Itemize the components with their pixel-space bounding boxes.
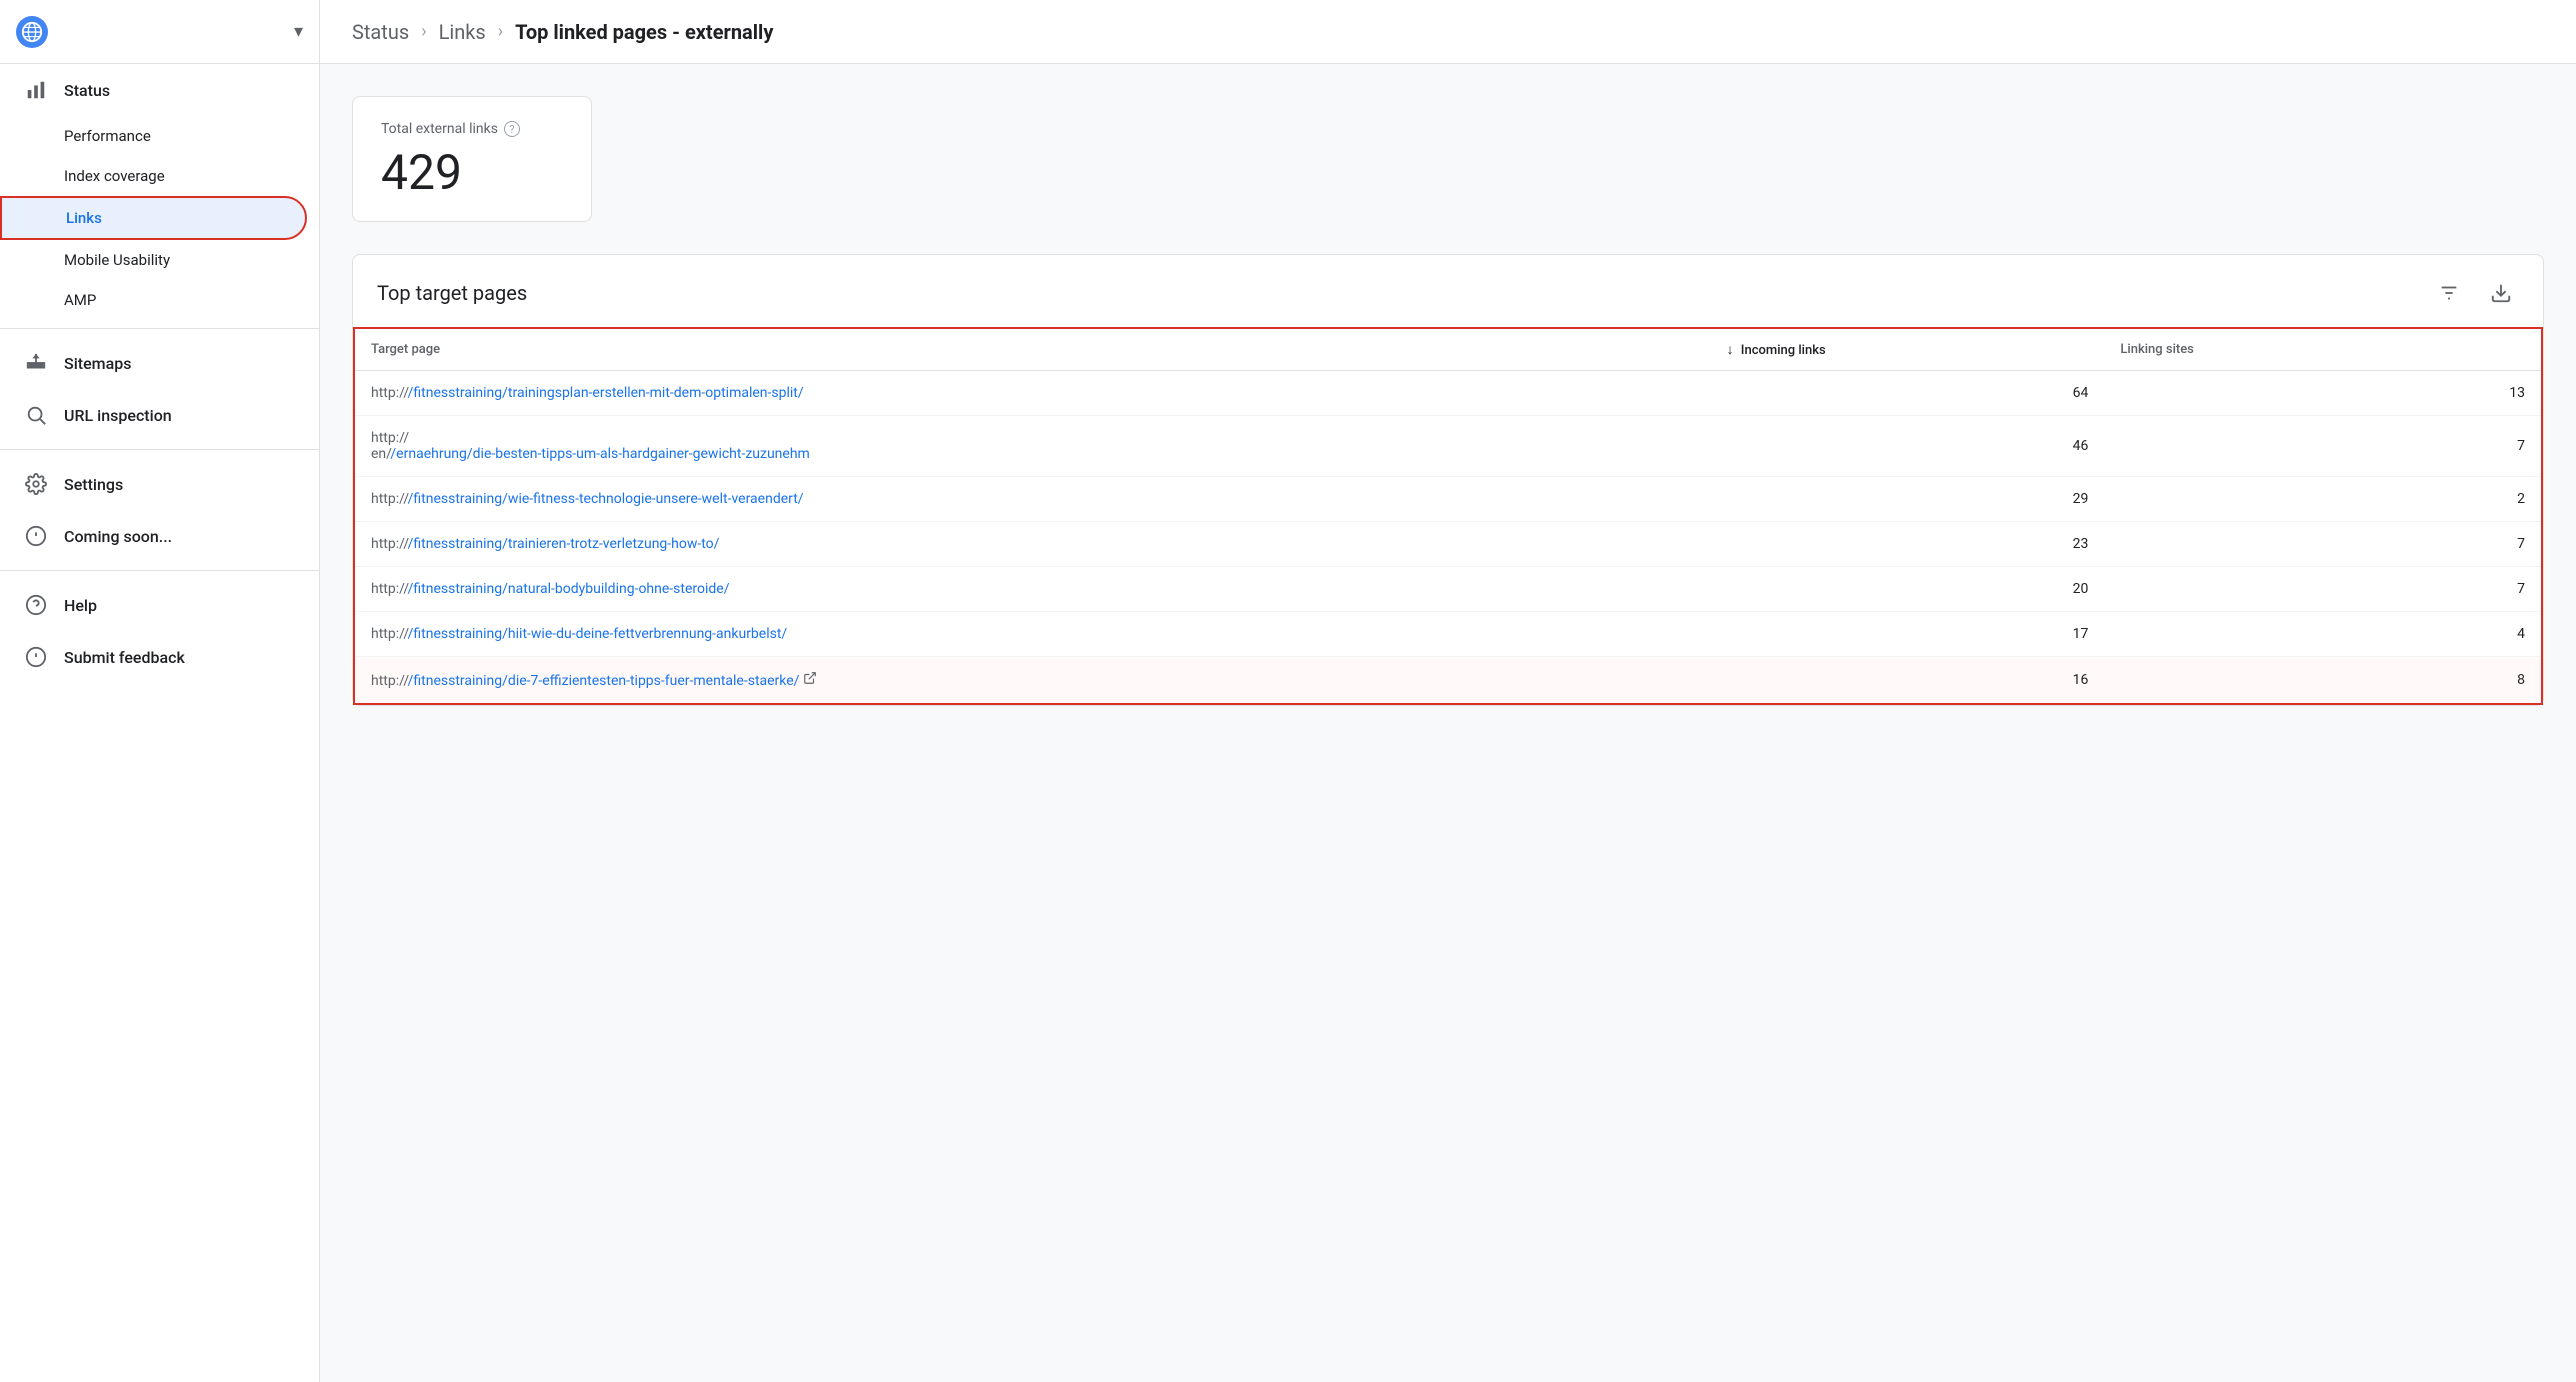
sidebar-item-links-label: Links [66,209,102,227]
coming-soon-icon [24,524,48,548]
sidebar-collapse-icon[interactable]: ▾ [294,21,303,42]
breadcrumb: Status › Links › Top linked pages - exte… [352,20,773,44]
table-cell-target: http:///fitnesstraining/trainieren-trotz… [354,522,1711,567]
table-cell-target: http:///fitnesstraining/hiit-wie-du-dein… [354,612,1711,657]
table-cell-incoming: 23 [1711,522,2105,567]
stats-card: Total external links ? 429 [352,96,592,222]
stats-label-text: Total external links [381,121,498,137]
breadcrumb-sep-1: › [421,21,426,42]
table-title: Top target pages [377,281,527,305]
table-row[interactable]: http:///fitnesstraining/wie-fitness-tech… [354,477,2542,522]
table-cell-target: http:///fitnesstraining/die-7-effiziente… [354,657,1711,705]
main-content: Status › Links › Top linked pages - exte… [320,0,2576,1382]
table-cell-linking: 13 [2104,371,2542,416]
top-bar: Status › Links › Top linked pages - exte… [320,0,2576,64]
col-header-incoming[interactable]: ↓ Incoming links [1711,328,2105,371]
sidebar-item-settings-label: Settings [64,475,123,494]
table-row[interactable]: http:///fitnesstraining/natural-bodybuil… [354,567,2542,612]
table-cell-target: http:///fitnesstraining/natural-bodybuil… [354,567,1711,612]
breadcrumb-links[interactable]: Links [439,20,486,44]
sidebar-item-status-label: Status [64,81,110,100]
data-table: Target page ↓ Incoming links Linking sit… [353,327,2543,705]
sidebar-item-amp[interactable]: AMP [0,280,307,320]
status-icon [24,78,48,102]
sort-icon: ↓ [1727,342,1734,358]
table-row[interactable]: http:///fitnesstraining/trainieren-trotz… [354,522,2542,567]
info-icon[interactable]: ? [504,121,520,137]
breadcrumb-status[interactable]: Status [352,20,409,44]
table-cell-incoming: 46 [1711,416,2105,477]
app-logo [16,16,48,48]
table-section: Top target pages Target page [352,254,2544,706]
sidebar-item-amp-label: AMP [64,291,96,309]
col-header-incoming-label: Incoming links [1741,343,1826,358]
table-row[interactable]: http:///fitnesstraining/hiit-wie-du-dein… [354,612,2542,657]
sidebar-item-url-inspection[interactable]: URL inspection [0,389,307,441]
download-icon[interactable] [2483,275,2519,311]
col-header-linking-label: Linking sites [2120,342,2194,357]
table-cell-incoming: 64 [1711,371,2105,416]
breadcrumb-current: Top linked pages - externally [515,20,773,44]
breadcrumb-sep-2: › [498,21,503,42]
table-row[interactable]: http:///fitnesstraining/trainingsplan-er… [354,371,2542,416]
table-cell-linking: 7 [2104,522,2542,567]
submit-feedback-icon [24,645,48,669]
sidebar-item-help-label: Help [64,596,97,615]
table-cell-incoming: 17 [1711,612,2105,657]
sidebar-item-links[interactable]: Links [0,196,307,240]
content-area: Total external links ? 429 Top target pa… [320,64,2576,738]
sidebar-item-mobile-usability-label: Mobile Usability [64,251,170,269]
table-cell-incoming: 16 [1711,657,2105,705]
col-header-target: Target page [354,328,1711,371]
stats-label: Total external links ? [381,121,563,137]
table-row[interactable]: http:///fitnesstraining/die-7-effiziente… [354,657,2542,705]
table-cell-target: http://en//ernaehrung/die-besten-tipps-u… [354,416,1711,477]
sidebar-item-status[interactable]: Status [0,64,307,116]
sitemaps-icon [24,351,48,375]
col-header-target-label: Target page [371,342,440,357]
sidebar-item-sitemaps[interactable]: Sitemaps [0,337,307,389]
sidebar-item-submit-feedback-label: Submit feedback [64,648,185,667]
sidebar-item-settings[interactable]: Settings [0,458,307,510]
sidebar: ▾ Status Performance Index coverage Link… [0,0,320,1382]
table-cell-linking: 4 [2104,612,2542,657]
stats-value: 429 [381,149,563,197]
col-header-linking: Linking sites [2104,328,2542,371]
sidebar-item-index-coverage-label: Index coverage [64,167,165,185]
table-cell-linking: 8 [2104,657,2542,705]
sidebar-item-performance-label: Performance [64,127,151,145]
table-cell-target: http:///fitnesstraining/trainingsplan-er… [354,371,1711,416]
help-icon [24,593,48,617]
sidebar-item-coming-soon[interactable]: Coming soon... [0,510,307,562]
sidebar-item-help[interactable]: Help [0,579,307,631]
table-cell-incoming: 20 [1711,567,2105,612]
url-inspection-icon [24,403,48,427]
settings-icon [24,472,48,496]
external-link-icon[interactable] [803,671,817,685]
table-cell-linking: 7 [2104,416,2542,477]
sidebar-divider-1 [0,328,319,329]
filter-icon[interactable] [2431,275,2467,311]
table-cell-linking: 2 [2104,477,2542,522]
sidebar-header: ▾ [0,0,319,64]
sidebar-item-mobile-usability[interactable]: Mobile Usability [0,240,307,280]
sidebar-item-sitemaps-label: Sitemaps [64,354,131,373]
table-cell-incoming: 29 [1711,477,2105,522]
sidebar-item-url-inspection-label: URL inspection [64,406,172,425]
table-row[interactable]: http://en//ernaehrung/die-besten-tipps-u… [354,416,2542,477]
sidebar-divider-2 [0,449,319,450]
table-header-row: Top target pages [353,255,2543,327]
sidebar-item-index-coverage[interactable]: Index coverage [0,156,307,196]
table-actions [2431,275,2519,311]
table-cell-linking: 7 [2104,567,2542,612]
table-cell-target: http:///fitnesstraining/wie-fitness-tech… [354,477,1711,522]
sidebar-item-submit-feedback[interactable]: Submit feedback [0,631,307,683]
sidebar-item-coming-soon-label: Coming soon... [64,527,172,546]
sidebar-item-performance[interactable]: Performance [0,116,307,156]
sidebar-divider-3 [0,570,319,571]
